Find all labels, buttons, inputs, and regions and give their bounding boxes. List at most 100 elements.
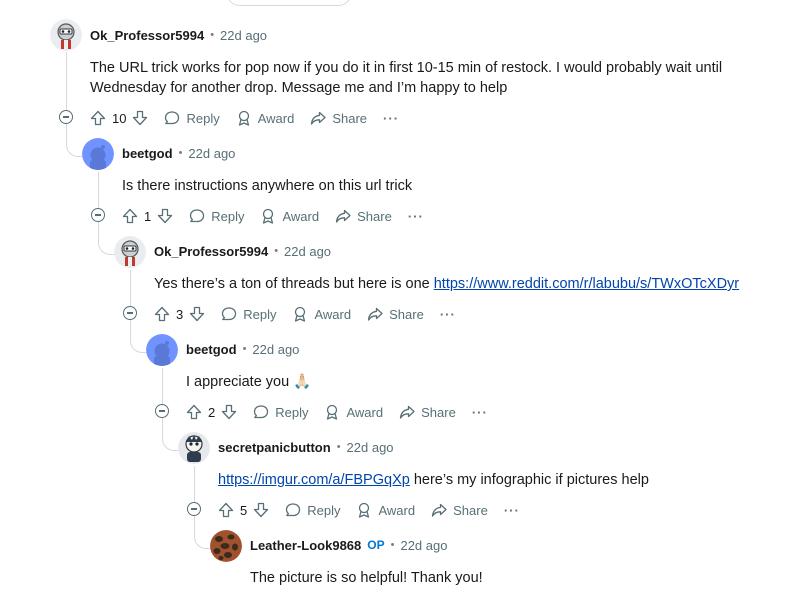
award-label: Award	[314, 306, 352, 322]
thread-line[interactable]	[194, 466, 195, 502]
award-label: Award	[257, 110, 295, 126]
award-label: Award	[346, 404, 384, 420]
comment-actions: 5 Reply Award Share ···	[218, 498, 520, 522]
author-name[interactable]: beetgod	[122, 146, 173, 161]
vote-group: 10	[90, 110, 148, 126]
timestamp[interactable]: 22d ago	[347, 440, 394, 455]
downvote-icon[interactable]	[189, 306, 205, 322]
vote-group: 1	[122, 208, 173, 224]
timestamp[interactable]: 22d ago	[188, 146, 235, 161]
more-options-button[interactable]: ···	[383, 111, 399, 126]
share-button[interactable]: Share	[310, 110, 367, 126]
award-button[interactable]: Award	[324, 404, 383, 420]
reply-icon	[189, 208, 205, 224]
reply-label: Reply	[243, 306, 277, 322]
share-label: Share	[357, 208, 392, 224]
meta-separator: •	[178, 147, 183, 159]
more-options-button[interactable]: ···	[408, 209, 424, 224]
comment-link[interactable]: https://imgur.com/a/FBPGqXp	[218, 472, 410, 488]
author-name[interactable]: Leather-Look9868	[250, 538, 361, 553]
share-label: Share	[389, 306, 424, 322]
share-label: Share	[421, 404, 456, 420]
downvote-icon[interactable]	[253, 502, 269, 518]
thread-elbow	[98, 242, 115, 255]
award-button[interactable]: Award	[260, 208, 319, 224]
avatar[interactable]	[82, 138, 114, 170]
thread-line[interactable]	[66, 52, 67, 110]
comment-body: I appreciate you 🙏🏻	[186, 374, 312, 390]
meta-separator: •	[242, 343, 247, 355]
vote-score: 10	[112, 110, 127, 126]
collapse-button[interactable]	[59, 110, 73, 124]
award-icon	[236, 110, 252, 126]
vote-score: 1	[144, 208, 152, 224]
downvote-icon[interactable]	[132, 110, 148, 126]
timestamp[interactable]: 22d ago	[284, 244, 331, 259]
downvote-icon[interactable]	[157, 208, 173, 224]
reply-button[interactable]: Reply	[221, 306, 276, 322]
collapse-button[interactable]	[91, 208, 105, 222]
comment-meta: beetgod • 22d ago	[186, 339, 299, 359]
reply-icon	[164, 110, 180, 126]
timestamp[interactable]: 22d ago	[252, 342, 299, 357]
vote-group: 5	[218, 502, 269, 518]
collapse-button[interactable]	[155, 404, 169, 418]
thread-line[interactable]	[66, 124, 67, 144]
avatar[interactable]	[210, 530, 242, 562]
reply-icon	[285, 502, 301, 518]
vote-score: 5	[240, 502, 248, 518]
thread-line[interactable]	[162, 418, 163, 438]
meta-separator: •	[390, 539, 395, 551]
more-options-button[interactable]: ···	[472, 405, 488, 420]
award-button[interactable]: Award	[292, 306, 351, 322]
share-button[interactable]: Share	[367, 306, 424, 322]
comment-actions: 3 Reply Award Share ···	[154, 302, 456, 326]
share-button[interactable]: Share	[431, 502, 488, 518]
comment-body: Is there instructions anywhere on this u…	[122, 178, 413, 194]
thread-line[interactable]	[98, 222, 99, 242]
timestamp[interactable]: 22d ago	[220, 28, 267, 43]
share-button[interactable]: Share	[335, 208, 392, 224]
avatar[interactable]	[146, 334, 178, 366]
reply-label: Reply	[211, 208, 245, 224]
upvote-icon[interactable]	[90, 110, 106, 126]
avatar[interactable]	[178, 432, 210, 464]
thread-line[interactable]	[130, 270, 131, 306]
thread-line[interactable]	[98, 172, 99, 208]
collapse-button[interactable]	[187, 502, 201, 516]
share-button[interactable]: Share	[399, 404, 456, 420]
award-icon	[356, 502, 372, 518]
top-partial-button[interactable]	[226, 0, 352, 6]
award-button[interactable]: Award	[356, 502, 415, 518]
share-label: Share	[332, 110, 368, 126]
timestamp[interactable]: 22d ago	[400, 538, 447, 553]
more-options-button[interactable]: ···	[440, 307, 456, 322]
reply-button[interactable]: Reply	[189, 208, 244, 224]
award-button[interactable]: Award	[236, 110, 295, 126]
avatar[interactable]	[114, 236, 146, 268]
author-name[interactable]: Ok_Professor5994	[154, 244, 268, 259]
thread-line[interactable]	[162, 368, 163, 404]
downvote-icon[interactable]	[221, 404, 237, 420]
collapse-button[interactable]	[123, 306, 137, 320]
thread-line[interactable]	[130, 320, 131, 340]
author-name[interactable]: beetgod	[186, 342, 237, 357]
comment-meta: beetgod • 22d ago	[122, 143, 235, 163]
upvote-icon[interactable]	[218, 502, 234, 518]
share-icon	[431, 502, 447, 518]
comment-link[interactable]: https://www.reddit.com/r/labubu/s/TWxOTc…	[434, 276, 739, 292]
author-name[interactable]: Ok_Professor5994	[90, 28, 204, 43]
more-options-button[interactable]: ···	[504, 503, 520, 518]
meta-separator: •	[210, 29, 215, 41]
upvote-icon[interactable]	[186, 404, 202, 420]
author-name[interactable]: secretpanicbutton	[218, 440, 331, 455]
avatar[interactable]	[50, 19, 82, 51]
comment-body: The picture is so helpful! Thank you!	[250, 570, 483, 586]
upvote-icon[interactable]	[122, 208, 138, 224]
reply-button[interactable]: Reply	[253, 404, 308, 420]
comment-actions: 2 Reply Award Share ···	[186, 400, 488, 424]
reply-button[interactable]: Reply	[164, 110, 220, 126]
upvote-icon[interactable]	[154, 306, 170, 322]
reply-button[interactable]: Reply	[285, 502, 340, 518]
thread-line[interactable]	[194, 516, 195, 536]
